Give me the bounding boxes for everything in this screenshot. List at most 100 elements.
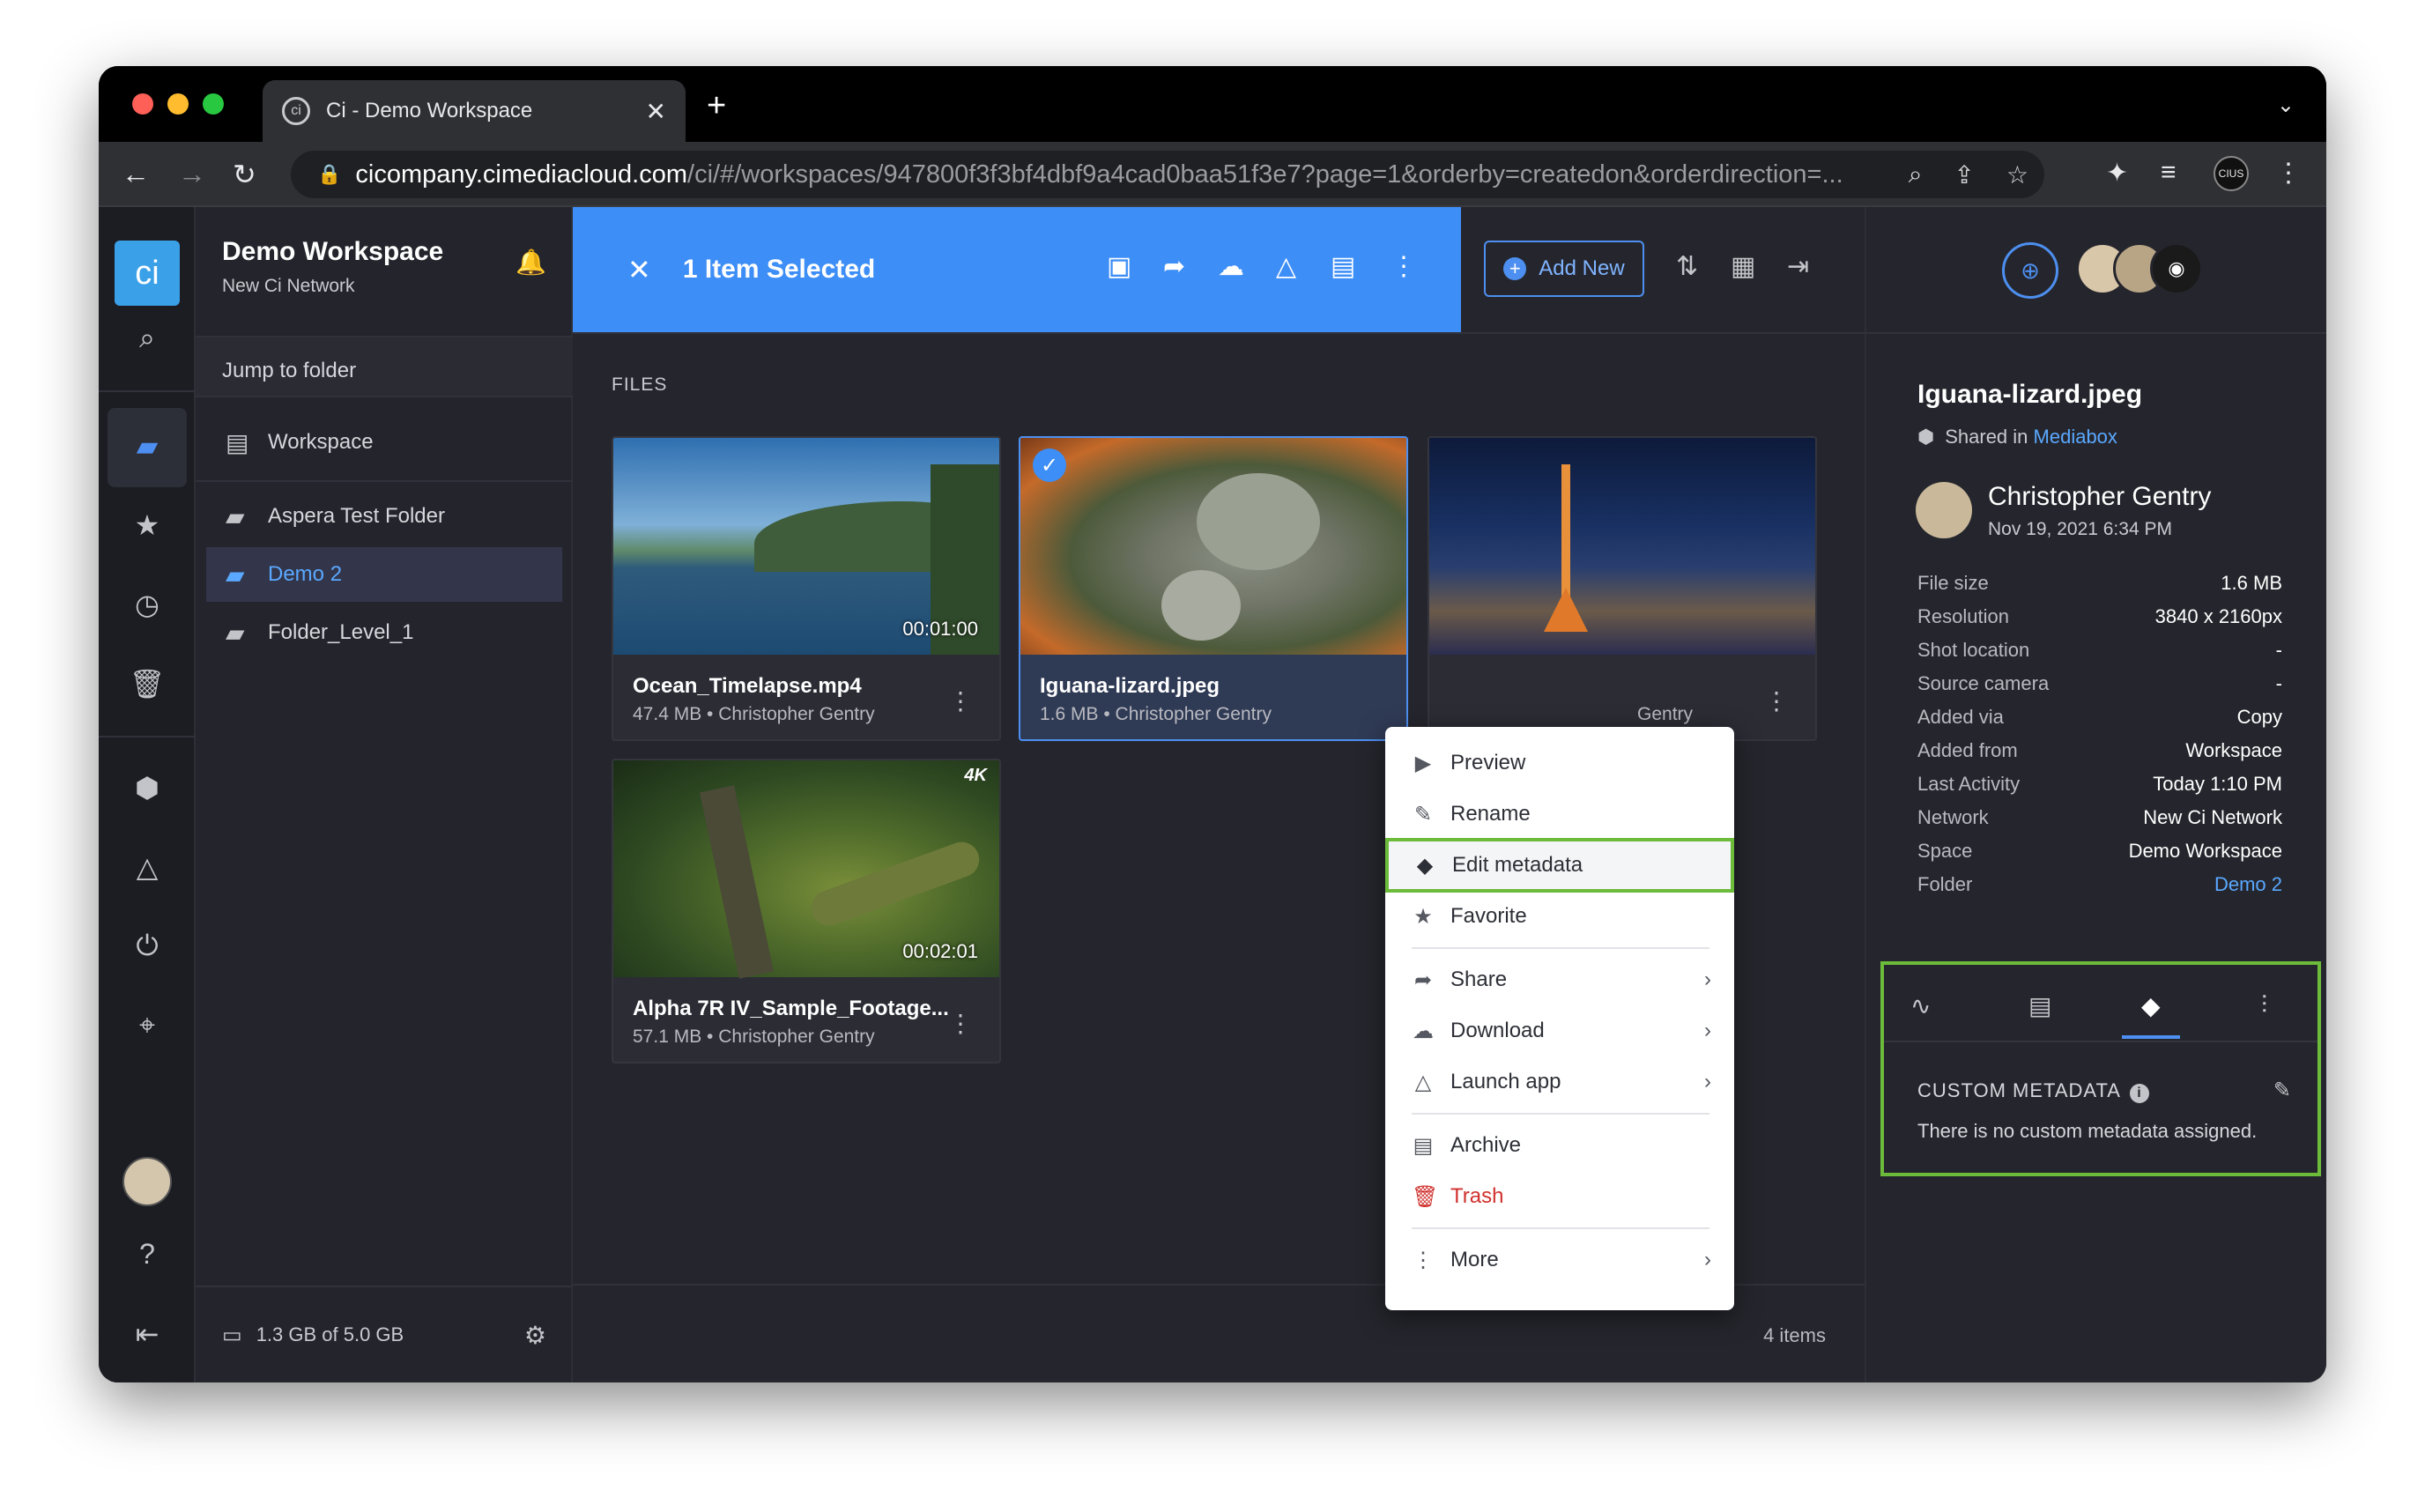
menu-item-favorite[interactable]: ★ Favorite [1385, 891, 1734, 942]
prop-source-camera: Source camera - [1917, 672, 2282, 694]
file-card-iguana-lizard[interactable]: ✓ Iguana-lizard.jpeg 1.6 MB • Christophe… [1019, 436, 1408, 741]
archive-icon: ▤ [1413, 1133, 1434, 1158]
menu-item-archive[interactable]: ▤ Archive [1385, 1120, 1734, 1171]
launch-app-icon[interactable]: △ [1276, 251, 1296, 282]
media-queue-icon[interactable]: ≡ [2161, 158, 2177, 188]
menu-item-rename[interactable]: ✎ Rename [1385, 789, 1734, 840]
image-thumbnail [1429, 438, 1815, 655]
pencil-icon: ✎ [1413, 802, 1433, 826]
extensions-puzzle-icon[interactable]: ✦ [2106, 158, 2128, 189]
plus-circle-icon: + [1503, 257, 1527, 280]
profile-avatar-icon[interactable]: CIUS [2214, 156, 2249, 191]
card-menu-icon[interactable]: ⋮ [948, 1009, 973, 1038]
clear-selection-icon[interactable]: ✕ [627, 253, 651, 286]
owner-date: Nov 19, 2021 6:34 PM [1988, 519, 2172, 539]
menu-item-launch-app[interactable]: △ Launch app › [1385, 1056, 1734, 1108]
file-card-ocean-timelapse[interactable]: 00:01:00 Ocean_Timelapse.mp4 47.4 MB • C… [612, 436, 1001, 741]
close-tab-icon[interactable]: ✕ [646, 97, 666, 126]
new-tab-icon[interactable]: + [707, 87, 726, 125]
sliders-icon[interactable]: ⫶ [2261, 991, 2267, 1020]
menu-item-more[interactable]: ⋮ More › [1385, 1234, 1734, 1286]
share-page-icon[interactable]: ⇪ [1954, 160, 1974, 189]
mediabox-link[interactable]: Mediabox [2034, 426, 2117, 448]
jump-to-folder[interactable]: Jump to folder [196, 336, 573, 397]
clock-icon[interactable]: ◷ [99, 588, 196, 621]
menu-item-edit-metadata[interactable]: ◆ Edit metadata [1385, 838, 1734, 893]
close-window-button[interactable] [132, 93, 153, 115]
more-actions-icon[interactable]: ⋮ [1390, 251, 1417, 282]
help-icon[interactable]: ? [99, 1238, 196, 1271]
launch-icon: △ [1414, 1070, 1432, 1094]
menu-item-trash[interactable]: 🗑 Trash [1385, 1171, 1734, 1222]
add-user-button[interactable]: ⊕ [2002, 242, 2058, 299]
folder-stack-icon: ▤ [226, 428, 249, 456]
image-thumbnail [1020, 438, 1406, 655]
sidebar-item-workspace[interactable]: ▤ Workspace [206, 415, 562, 470]
sidebar-item-folder-level-1[interactable]: ▰ Folder_Level_1 [206, 605, 562, 660]
bookmark-star-icon[interactable]: ☆ [2006, 160, 2028, 189]
storage-usage: ▭ 1.3 GB of 5.0 GB ⚙ [196, 1286, 573, 1382]
triangle-app-icon[interactable]: △ [99, 850, 196, 884]
folder-link[interactable]: Demo 2 [2214, 873, 2282, 896]
chevron-right-icon: › [1704, 1019, 1711, 1042]
reload-icon[interactable]: ↻ [233, 158, 256, 191]
minimize-window-button[interactable] [167, 93, 189, 115]
menu-item-share[interactable]: ➦ Share › [1385, 954, 1734, 1005]
file-card-city-night[interactable]: Gentry ⋮ [1428, 436, 1817, 741]
folder-icon[interactable]: ▰ [99, 429, 196, 463]
chevron-right-icon: › [1704, 1070, 1711, 1093]
drive-icon: ▭ [222, 1323, 242, 1347]
sidebar-item-demo-2[interactable]: ▰ Demo 2 [206, 547, 562, 602]
workspace-title: Demo Workspace [222, 237, 444, 266]
selected-check-icon[interactable]: ✓ [1033, 448, 1066, 482]
sidebar-item-aspera-test-folder[interactable]: ▰ Aspera Test Folder [206, 489, 562, 544]
share-arrow-icon[interactable]: ➦ [1163, 251, 1185, 282]
bell-icon[interactable]: 🔔 [515, 248, 546, 277]
chevron-right-icon: › [1704, 967, 1711, 991]
activity-pulse-icon[interactable]: ∿ [1910, 991, 1931, 1020]
avatar[interactable]: ◉ [2150, 242, 2203, 295]
cube-icon[interactable]: ⬢ [99, 771, 196, 804]
browser-window: ci Ci - Demo Workspace ✕ + ⌄ ← → ↻ 🔒 cic… [99, 66, 2326, 1382]
prop-last-activity: Last Activity Today 1:10 PM [1917, 773, 2282, 795]
search-icon[interactable]: ⌕ [99, 322, 196, 355]
image-icon[interactable]: ▣ [1107, 251, 1131, 282]
file-card-alpha-7r-footage[interactable]: 4K 00:02:01 Alpha 7R IV_Sample_Footage..… [612, 759, 1001, 1064]
browser-menu-icon[interactable]: ⋮ [2275, 158, 2302, 189]
add-new-button[interactable]: + Add New [1484, 241, 1644, 297]
menu-item-download[interactable]: ☁ Download › [1385, 1005, 1734, 1056]
address-bar[interactable]: 🔒 cicompany.cimediacloud.com/ci/#/worksp… [291, 151, 2044, 198]
card-menu-icon[interactable]: ⋮ [948, 686, 973, 715]
card-menu-icon[interactable]: ⋮ [1764, 686, 1789, 715]
grid-view-icon[interactable]: ▦ [1731, 251, 1755, 282]
share-icon: ➦ [1413, 967, 1433, 992]
selection-bar: ✕ 1 Item Selected ▣ ➦ ☁ △ ▤ ⋮ [573, 207, 1461, 332]
cloud-download-icon[interactable]: ☁ [1218, 251, 1244, 282]
edit-metadata-pencil-icon[interactable]: ✎ [2273, 1078, 2291, 1103]
gear-icon[interactable]: ⚙ [524, 1321, 546, 1350]
details-panel-toggle-icon[interactable]: ⇥ [1787, 251, 1809, 282]
info-icon[interactable]: i [2129, 1084, 2149, 1103]
archive-icon[interactable]: ▤ [1331, 251, 1355, 282]
maximize-window-button[interactable] [203, 93, 224, 115]
star-icon[interactable]: ★ [99, 508, 196, 542]
browser-tab[interactable]: ci Ci - Demo Workspace ✕ [263, 80, 686, 142]
ci-logo-icon[interactable]: ci [115, 241, 180, 306]
tag-icon[interactable]: ◆ [2141, 991, 2161, 1020]
back-arrow-icon[interactable]: ← [122, 158, 150, 190]
target-icon[interactable]: ⌖ [99, 1009, 196, 1042]
trash-icon[interactable]: 🗑 [99, 667, 196, 700]
user-avatar[interactable] [99, 1157, 196, 1213]
forward-arrow-icon[interactable]: → [178, 158, 206, 190]
power-download-icon[interactable]: ⏻ [99, 930, 196, 963]
tab-search-chevron-icon[interactable]: ⌄ [2277, 93, 2295, 118]
shared-folder-icon: ▰ [226, 619, 245, 647]
zoom-icon[interactable]: ⌕ [1909, 160, 1923, 189]
prop-file-size: File size 1.6 MB [1917, 572, 2282, 594]
shared-folder-icon: ▰ [226, 560, 245, 589]
menu-item-preview[interactable]: ▶ Preview [1385, 737, 1734, 789]
document-icon[interactable]: ▤ [2028, 991, 2051, 1020]
sort-icon[interactable]: ⇅ [1676, 251, 1698, 282]
prop-folder: Folder Demo 2 [1917, 873, 2282, 896]
collapse-sidebar-icon[interactable]: ⇤ [99, 1317, 196, 1351]
